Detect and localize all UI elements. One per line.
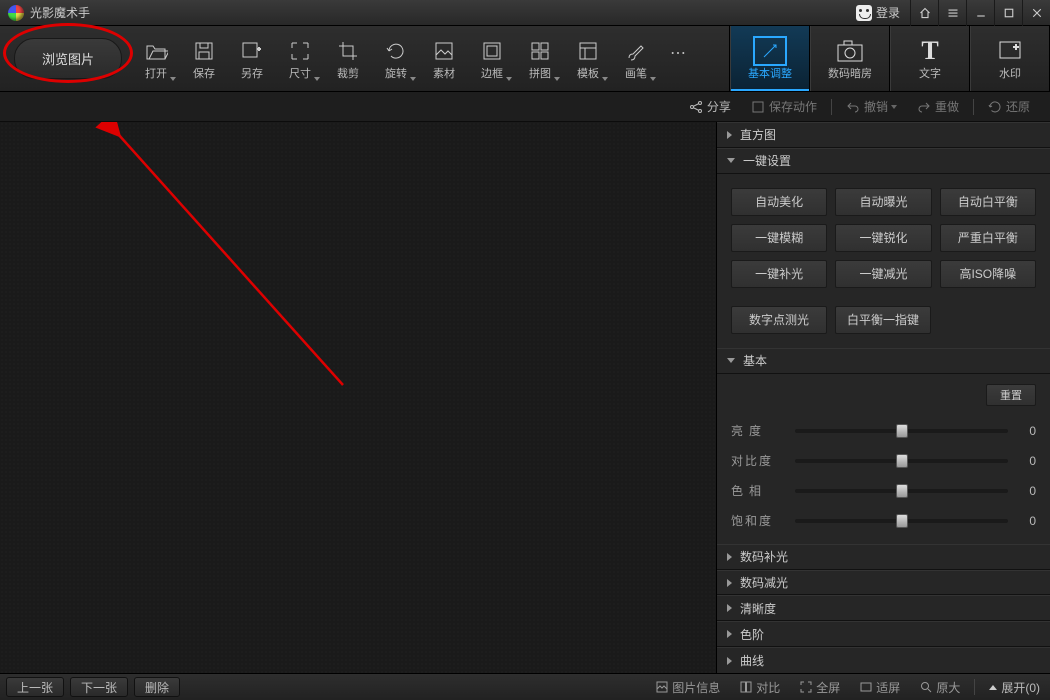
oneclick-dimlight-button[interactable]: 一键减光 [835,260,931,288]
title-bar: 光影魔术手 登录 [0,0,1050,26]
oneclick-buttons: 自动美化 自动曝光 自动白平衡 一键模糊 一键锐化 严重白平衡 一键补光 一键减… [717,174,1050,348]
template-tool[interactable]: 模板 [564,26,612,91]
auto-beautify-button[interactable]: 自动美化 [731,188,827,216]
chevron-down-icon [554,77,560,81]
brush-tool[interactable]: 画笔 [612,26,660,91]
image-info-button[interactable]: 图片信息 [656,679,720,696]
section-digital-dim[interactable]: 数码减光 [717,570,1050,596]
oneclick-sharpen-button[interactable]: 一键锐化 [835,224,931,252]
sub-toolbar: 分享 保存动作 撤销 重做 还原 [0,92,1050,122]
side-panel: 直方图 一键设置 自动美化 自动曝光 自动白平衡 一键模糊 一键锐化 严重白平衡… [717,122,1050,673]
reset-button[interactable]: 重置 [986,384,1036,406]
expand-panel-button[interactable]: 展开(0) [989,679,1040,696]
brightness-slider[interactable] [795,429,1008,433]
tab-watermark[interactable]: 水印 [970,26,1050,91]
brightness-row: 亮度 0 [731,416,1036,446]
save-action-button[interactable]: 保存动作 [751,98,817,115]
app-title: 光影魔术手 [30,4,90,21]
collage-tool[interactable]: 拼图 [516,26,564,91]
maximize-button[interactable] [994,0,1022,26]
next-image-button[interactable]: 下一张 [70,677,128,697]
browse-label: 浏览图片 [42,49,94,68]
material-tool[interactable]: 素材 [420,26,468,91]
delete-image-button[interactable]: 删除 [134,677,180,697]
compare-button[interactable]: 对比 [740,679,780,696]
section-levels[interactable]: 色阶 [717,621,1050,647]
section-digital-fill[interactable]: 数码补光 [717,544,1050,570]
main-toolbar: 浏览图片 打开 保存 另存 尺寸 裁剪 旋转 素材 边框 拼图 模板 画笔 ⋯.… [0,26,1050,92]
open-tool[interactable]: 打开 [132,26,180,91]
rotate-tool[interactable]: 旋转 [372,26,420,91]
chevron-down-icon [602,77,608,81]
prev-image-button[interactable]: 上一张 [6,677,64,697]
high-iso-button[interactable]: 高ISO降噪 [940,260,1036,288]
hue-row: 色相 0 [731,476,1036,506]
settings-button[interactable] [938,0,966,26]
fit-screen-button[interactable]: 适屏 [860,679,900,696]
save-tool[interactable]: 保存 [180,26,228,91]
saturation-value: 0 [1016,514,1036,528]
hue-slider[interactable] [795,489,1008,493]
tab-basic-adjust[interactable]: 基本调整 [730,26,810,91]
chevron-down-icon [170,77,176,81]
contrast-value: 0 [1016,454,1036,468]
saturation-slider[interactable] [795,519,1008,523]
chevron-down-icon [650,77,656,81]
login-button[interactable]: 登录 [876,4,900,21]
oneclick-filllight-button[interactable]: 一键补光 [731,260,827,288]
image-canvas[interactable] [0,122,717,673]
basic-sliders: 重置 亮度 0 对比度 0 色相 0 饱和度 0 [717,374,1050,544]
chevron-down-icon [314,77,320,81]
fullscreen-button[interactable]: 全屏 [800,679,840,696]
border-tool[interactable]: 边框 [468,26,516,91]
oneclick-blur-button[interactable]: 一键模糊 [731,224,827,252]
close-button[interactable] [1022,0,1050,26]
more-tool[interactable]: ⋯... [660,26,696,91]
saturation-row: 饱和度 0 [731,506,1036,536]
section-basic[interactable]: 基本 [717,348,1050,374]
spot-meter-button[interactable]: 数字点测光 [731,306,827,334]
section-histogram[interactable]: 直方图 [717,122,1050,148]
tab-darkroom[interactable]: 数码暗房 [810,26,890,91]
annotation-arrow [0,122,717,673]
status-bar: 上一张 下一张 删除 图片信息 对比 全屏 适屏 原大 展开(0) [0,673,1050,700]
redo-button[interactable]: 重做 [917,98,959,115]
section-curves[interactable]: 曲线 [717,647,1050,673]
wb-finger-button[interactable]: 白平衡一指键 [835,306,931,334]
minimize-button[interactable] [966,0,994,26]
contrast-slider[interactable] [795,459,1008,463]
login-avatar-icon[interactable] [856,5,872,21]
hue-value: 0 [1016,484,1036,498]
brightness-value: 0 [1016,424,1036,438]
auto-whitebalance-button[interactable]: 自动白平衡 [940,188,1036,216]
section-oneclick[interactable]: 一键设置 [717,148,1050,174]
undo-button[interactable]: 撤销 [846,98,897,115]
home-button[interactable] [910,0,938,26]
section-clarity[interactable]: 清晰度 [717,595,1050,621]
crop-tool[interactable]: 裁剪 [324,26,372,91]
saveas-tool[interactable]: 另存 [228,26,276,91]
chevron-up-icon [989,685,997,690]
size-tool[interactable]: 尺寸 [276,26,324,91]
tab-text[interactable]: T文字 [890,26,970,91]
main-tabs: 基本调整 数码暗房 T文字 水印 [729,26,1050,91]
chevron-down-icon [506,77,512,81]
contrast-row: 对比度 0 [731,446,1036,476]
severe-wb-button[interactable]: 严重白平衡 [940,224,1036,252]
original-size-button[interactable]: 原大 [920,679,960,696]
share-button[interactable]: 分享 [689,98,731,115]
chevron-down-icon [410,77,416,81]
app-logo-icon [8,5,24,21]
restore-button[interactable]: 还原 [988,98,1030,115]
browse-images-button[interactable]: 浏览图片 [14,38,122,79]
auto-exposure-button[interactable]: 自动曝光 [835,188,931,216]
